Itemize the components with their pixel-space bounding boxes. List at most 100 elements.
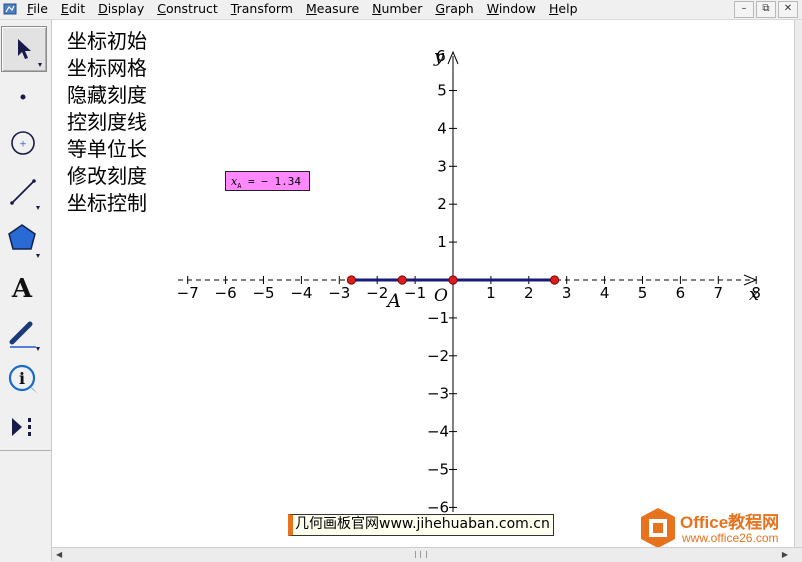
action-button-7[interactable]: 坐标控制 <box>67 190 147 217</box>
svg-text:i: i <box>19 369 25 388</box>
information-tool-button[interactable]: i <box>0 358 46 398</box>
x-tick-label: −4 <box>290 284 312 302</box>
x-tick-label: −3 <box>328 284 350 302</box>
action-button-4[interactable]: 控刻度线 <box>67 109 147 136</box>
restore-icon[interactable]: ⧉ <box>756 1 776 18</box>
point-tool-icon <box>20 94 26 100</box>
polygon-tool-button[interactable] <box>0 218 46 258</box>
arrow-tool-icon <box>18 39 42 67</box>
text-tool-button[interactable]: A <box>0 264 46 304</box>
menu-mnemonic: G <box>435 1 446 16</box>
y-tick-label: −1 <box>427 309 449 327</box>
menu-label: raph <box>445 1 474 16</box>
action-button-2[interactable]: 坐标网格 <box>67 55 147 82</box>
arrow-tool-button[interactable] <box>1 26 47 72</box>
marker-tool-button[interactable] <box>0 311 46 351</box>
minimize-icon[interactable]: – <box>734 1 754 18</box>
y-tick-label: −2 <box>427 347 449 365</box>
custom-tool-icon <box>12 418 31 436</box>
x-tick-label: 4 <box>600 284 610 302</box>
x-tick-label: −6 <box>215 284 237 302</box>
y-tick-label: 2 <box>437 195 447 213</box>
action-button-5[interactable]: 等单位长 <box>67 136 147 163</box>
x-tick-label: 6 <box>676 284 686 302</box>
text-tool-icon: A <box>11 274 33 304</box>
point-2[interactable] <box>448 275 458 285</box>
compass-tool-button[interactable]: + <box>0 123 46 163</box>
x-tick-label: −7 <box>177 284 199 302</box>
menu-help[interactable]: Help <box>549 1 578 17</box>
action-button-6[interactable]: 修改刻度 <box>67 163 147 190</box>
y-tick-label: −4 <box>427 423 449 441</box>
menu-label: ile <box>33 1 48 16</box>
marker-tool-icon <box>9 321 40 351</box>
sketch-canvas[interactable]: −7 −6 −5 −4 −3 −2 −1 1 2 3 4 5 6 7 8 O 5 4 3 2 1 −1 −2 −3 −4 −5 −6… <box>52 20 794 547</box>
coordinate-graph[interactable]: −7 −6 −5 −4 −3 −2 −1 1 2 3 4 5 6 7 8O54321−1−2−3−4−5−6… <box>52 20 794 547</box>
x-tick-label: −5 <box>252 284 274 302</box>
point-a-label: A <box>385 290 401 312</box>
menu-window[interactable]: Window <box>487 1 536 17</box>
menu-file[interactable]: File <box>27 1 48 17</box>
straightedge-tool-button[interactable] <box>0 170 46 210</box>
x-axis-label: x <box>749 284 759 305</box>
x-tick-label: −2 <box>366 284 388 302</box>
action-button-list: 坐标初始 坐标网格 隐藏刻度 控刻度线 等单位长 修改刻度 坐标控制 <box>67 28 147 217</box>
svg-text:A: A <box>11 274 33 304</box>
office-logo-title: Office教程网 <box>680 513 780 532</box>
action-button-3[interactable]: 隐藏刻度 <box>67 82 147 109</box>
y-tick-label: 5 <box>437 82 447 100</box>
y-tick-label: 4 <box>437 119 447 137</box>
menu-label: elp <box>558 1 578 16</box>
compass-tool-icon: + <box>11 131 35 155</box>
point-1[interactable] <box>397 275 407 285</box>
action-button-1[interactable]: 坐标初始 <box>67 28 147 55</box>
window-controls: – ⧉ ✕ <box>734 1 798 18</box>
polygon-tool-icon <box>8 224 40 258</box>
menu-mnemonic: W <box>486 1 499 16</box>
point-3[interactable] <box>549 275 560 285</box>
svg-text:+: + <box>19 140 27 150</box>
menu-mnemonic: E <box>60 1 69 16</box>
menu-mnemonic: H <box>549 1 559 16</box>
information-tool-icon: i <box>8 364 38 394</box>
menu-mnemonic: M <box>306 1 317 16</box>
x-tick-label: 5 <box>638 284 648 302</box>
menu-label: umber <box>381 1 423 16</box>
x-tick-label: 3 <box>562 284 572 302</box>
office-logo-url: www.office26.com <box>682 531 779 545</box>
menu-mnemonic: D <box>98 1 108 16</box>
menu-display[interactable]: Display <box>98 1 144 17</box>
toolbox-separator <box>0 450 51 451</box>
point-tool-button[interactable] <box>0 75 46 115</box>
menu-edit[interactable]: Edit <box>61 1 85 17</box>
menu-label: dit <box>68 1 86 16</box>
menu-construct[interactable]: Construct <box>157 1 218 17</box>
toolbox: + Ai <box>0 20 52 561</box>
point-0[interactable] <box>346 275 357 285</box>
vertical-scrollbar[interactable] <box>794 20 802 547</box>
menu-measure[interactable]: Measure <box>306 1 359 17</box>
horizontal-scrollbar[interactable]: ◀ ▶ <box>52 547 802 562</box>
menu-graph[interactable]: Graph <box>435 1 473 17</box>
app-icon[interactable] <box>3 2 17 16</box>
office-logo: Office教程网 www.office26.com <box>638 506 794 547</box>
menu-mnemonic: N <box>372 1 382 16</box>
y-tick-label: 3 <box>437 157 447 175</box>
y-tick-label: −5 <box>427 461 449 479</box>
office-logo-icon <box>641 508 675 547</box>
menu-items: File Edit Display Construct Transform Measure… <box>27 1 591 17</box>
scroll-right-arrow-icon[interactable]: ▶ <box>782 550 788 559</box>
close-icon[interactable]: ✕ <box>778 1 798 18</box>
scroll-left-arrow-icon[interactable]: ◀ <box>56 550 62 559</box>
straightedge-tool-icon <box>10 179 40 210</box>
menu-bar: File Edit Display Construct Transform Measure… <box>0 0 802 20</box>
menu-label: isplay <box>107 1 145 16</box>
x-tick-label: −1 <box>404 284 426 302</box>
measurement-xa[interactable]: xA = − 1.34 <box>225 171 310 191</box>
menu-transform[interactable]: Transform <box>231 1 293 17</box>
custom-tool-button[interactable] <box>0 406 46 446</box>
menu-label: indow <box>498 1 537 16</box>
scroll-thumb-grip[interactable] <box>415 551 427 558</box>
origin-label: O <box>434 286 448 306</box>
menu-number[interactable]: Number <box>372 1 422 17</box>
